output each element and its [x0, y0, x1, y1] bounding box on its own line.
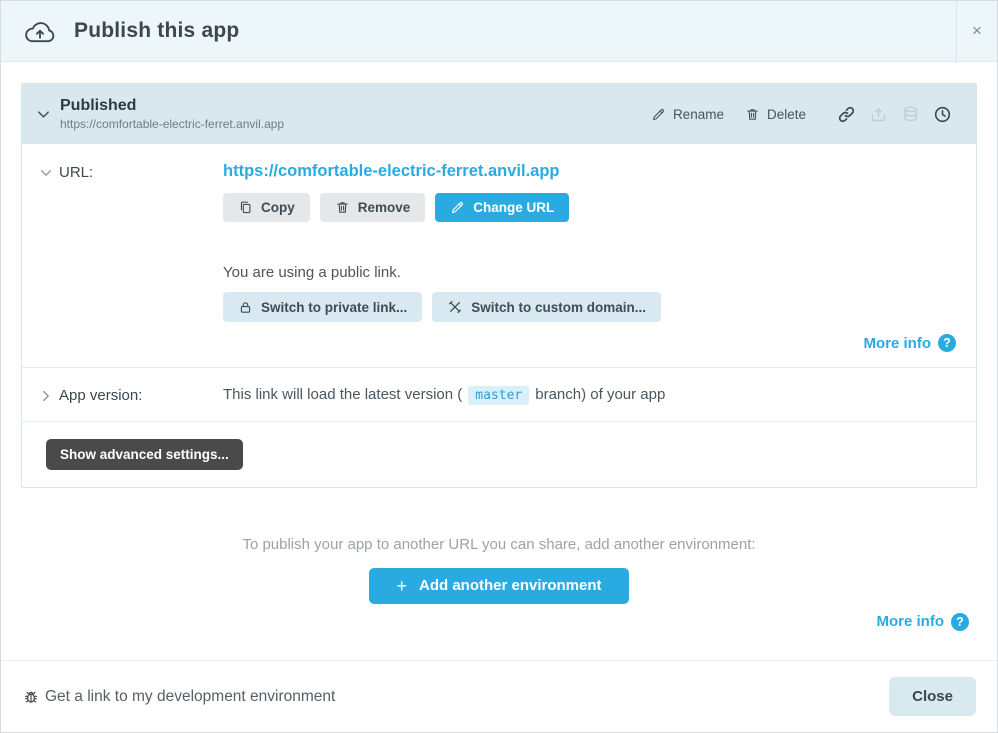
- copy-button[interactable]: Copy: [223, 193, 310, 222]
- branch-name-chip: master: [468, 386, 529, 405]
- app-version-label-col: App version:: [22, 368, 223, 421]
- crossed-tools-icon: [447, 299, 463, 315]
- card-header-actions: Rename Delete: [651, 105, 952, 124]
- more-info-link[interactable]: More info ?: [877, 613, 970, 631]
- add-environment-hint: To publish your app to another URL you c…: [1, 536, 997, 553]
- close-button[interactable]: Close: [889, 677, 976, 716]
- environment-icon-buttons: [837, 105, 952, 124]
- bug-icon: [23, 689, 39, 705]
- add-environment-button-row: + Add another environment: [1, 568, 997, 604]
- url-content: https://comfortable-electric-ferret.anvi…: [223, 144, 976, 367]
- close-icon[interactable]: ×: [956, 1, 997, 62]
- advanced-settings-row: Show advanced settings...: [22, 421, 976, 487]
- app-version-label: App version:: [59, 387, 142, 404]
- question-mark-icon: ?: [951, 613, 969, 631]
- plus-icon: +: [396, 577, 407, 595]
- dialog-footer: Get a link to my development environment…: [1, 660, 997, 732]
- add-another-environment-button[interactable]: + Add another environment: [369, 568, 628, 604]
- link-icon[interactable]: [837, 105, 856, 124]
- chevron-down-icon[interactable]: [36, 107, 51, 122]
- clock-icon[interactable]: [933, 105, 952, 124]
- more-info-link[interactable]: More info ?: [864, 334, 957, 352]
- chevron-down-icon[interactable]: [39, 166, 53, 180]
- published-titles: Published https://comfortable-electric-f…: [60, 97, 284, 131]
- environment-name: Published: [60, 97, 284, 115]
- copy-icon: [238, 200, 253, 215]
- url-buttons: Copy Remove Change URL: [223, 193, 956, 222]
- database-icon: [901, 105, 920, 124]
- question-mark-icon: ?: [938, 334, 956, 352]
- chevron-right-icon[interactable]: [39, 389, 53, 403]
- upload-icon: [869, 105, 888, 124]
- app-version-row: App version: This link will load the lat…: [22, 367, 976, 421]
- show-advanced-settings-button[interactable]: Show advanced settings...: [46, 439, 243, 470]
- remove-button[interactable]: Remove: [320, 193, 426, 222]
- public-link-status-text: You are using a public link.: [223, 264, 956, 281]
- dialog-header: Publish this app ×: [1, 1, 997, 62]
- lock-icon: [238, 300, 253, 315]
- published-card-header[interactable]: Published https://comfortable-electric-f…: [22, 84, 976, 144]
- switch-to-private-link-button[interactable]: Switch to private link...: [223, 292, 422, 322]
- switch-to-custom-domain-button[interactable]: Switch to custom domain...: [432, 292, 661, 322]
- environment-url-subtitle: https://comfortable-electric-ferret.anvi…: [60, 117, 284, 131]
- rename-button[interactable]: Rename: [651, 107, 724, 122]
- url-row: URL: https://comfortable-electric-ferret…: [22, 144, 976, 367]
- trash-icon: [745, 107, 760, 122]
- change-url-button[interactable]: Change URL: [435, 193, 569, 222]
- published-environment-card: Published https://comfortable-electric-f…: [21, 83, 977, 488]
- url-more-info-row: More info ?: [223, 334, 956, 353]
- app-url-link[interactable]: https://comfortable-electric-ferret.anvi…: [223, 162, 560, 181]
- pencil-icon: [651, 107, 666, 122]
- app-version-text: This link will load the latest version (…: [223, 368, 976, 421]
- cloud-upload-icon: [23, 17, 57, 45]
- dev-environment-link[interactable]: Get a link to my development environment: [23, 688, 335, 706]
- pencil-icon: [450, 200, 465, 215]
- url-label: URL:: [59, 164, 93, 181]
- page-title: Publish this app: [74, 19, 239, 43]
- delete-button[interactable]: Delete: [745, 107, 806, 122]
- trash-icon: [335, 200, 350, 215]
- dialog-body: Published https://comfortable-electric-f…: [1, 62, 997, 660]
- bottom-more-info-row: More info ?: [1, 613, 997, 632]
- switch-buttons: Switch to private link... Switch to cust…: [223, 292, 956, 322]
- url-label-col: URL:: [22, 144, 223, 367]
